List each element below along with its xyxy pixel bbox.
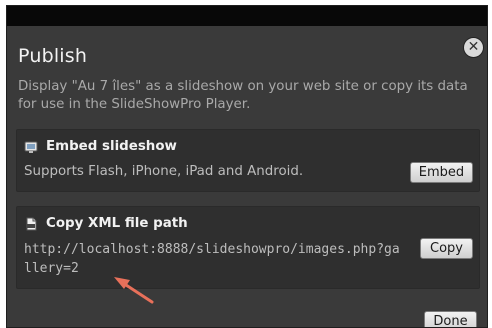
embed-button[interactable]: Embed: [410, 162, 473, 183]
embed-panel-title: Embed slideshow: [46, 139, 177, 154]
xml-file-path[interactable]: http://localhost:8888/slideshowpro/image…: [24, 240, 404, 278]
embed-panel-subtitle: Supports Flash, iPhone, iPad and Android…: [24, 164, 304, 179]
xml-panel-header: Copy XML file path: [24, 216, 188, 231]
done-button[interactable]: Done: [424, 311, 477, 327]
copy-button[interactable]: Copy: [420, 238, 473, 259]
publish-dialog: Publish ✕ Display "Au 7 îles" as a slide…: [6, 5, 488, 328]
embed-panel-header: Embed slideshow: [24, 139, 177, 154]
screenshot-stage: Publish ✕ Display "Au 7 îles" as a slide…: [0, 0, 492, 328]
copy-xml-panel: Copy XML file path http://localhost:8888…: [16, 206, 480, 289]
xml-file-icon: [24, 217, 38, 231]
slideshow-icon: [24, 140, 38, 154]
embed-slideshow-panel: Embed slideshow Supports Flash, iPhone, …: [16, 129, 480, 192]
close-icon[interactable]: ✕: [464, 38, 483, 57]
xml-panel-title: Copy XML file path: [46, 216, 188, 231]
dialog-description: Display "Au 7 îles" as a slideshow on yo…: [18, 79, 468, 112]
window-top-bar: [7, 6, 487, 26]
dialog-title: Publish: [18, 45, 88, 67]
